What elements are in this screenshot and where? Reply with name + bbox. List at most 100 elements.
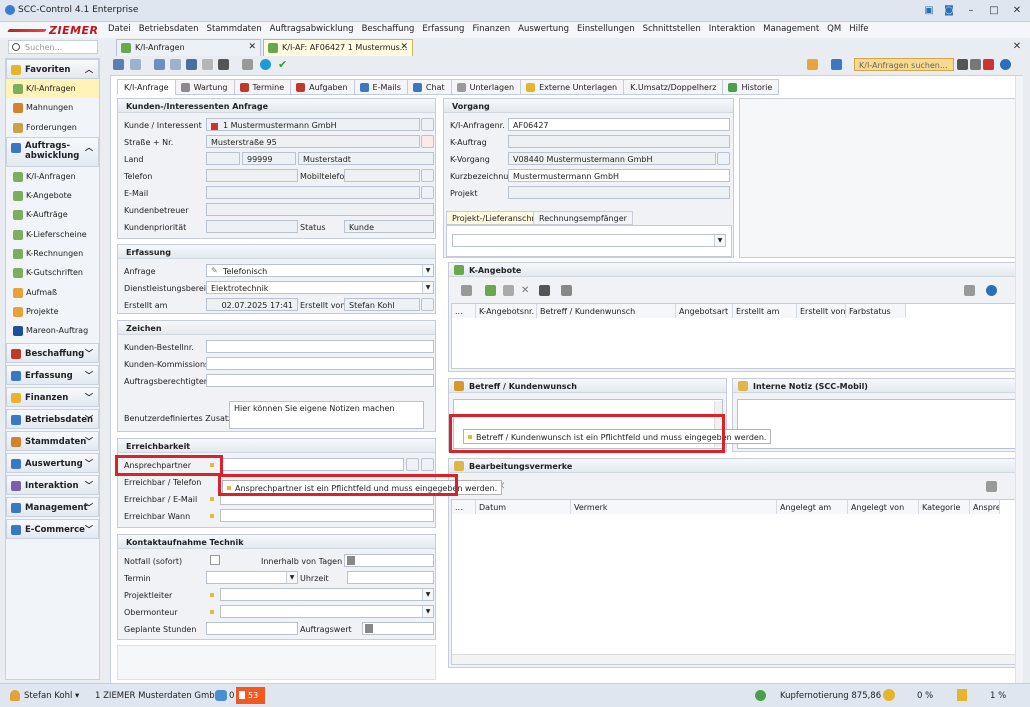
menu-finanzen[interactable]: Finanzen bbox=[472, 24, 510, 34]
tab-unterlagen[interactable]: Unterlagen bbox=[450, 79, 522, 95]
new-icon[interactable] bbox=[485, 285, 496, 296]
menu-qm[interactable]: QM bbox=[827, 24, 841, 34]
sidebar-group-management[interactable]: Management ﹀ bbox=[6, 496, 99, 517]
redo-icon[interactable] bbox=[170, 59, 181, 70]
column-header-datum[interactable]: Datum bbox=[476, 500, 571, 514]
menu-datei[interactable]: Datei bbox=[108, 24, 131, 34]
notiz-field[interactable] bbox=[737, 399, 1016, 449]
telefon-field[interactable] bbox=[206, 169, 298, 182]
menu-management[interactable]: Management bbox=[763, 24, 819, 34]
tab-wartung[interactable]: Wartung bbox=[174, 79, 235, 95]
kunde-field[interactable]: 1 Mustermustermann GmbH bbox=[206, 118, 420, 131]
sidebar-item-forderungen[interactable]: Forderungen bbox=[6, 118, 99, 137]
ki-anfragen-search-input[interactable]: K/I-Anfragen suchen... bbox=[854, 58, 954, 71]
notfall-checkbox[interactable] bbox=[210, 555, 220, 565]
customer-search-icon[interactable] bbox=[421, 118, 434, 131]
tab-externe-unterlagen[interactable]: Externe Unterlagen bbox=[520, 79, 625, 95]
prio-field[interactable] bbox=[206, 220, 298, 233]
tab-historie[interactable]: Historie bbox=[722, 79, 780, 95]
erstellt-von-field[interactable]: Stefan Kohl bbox=[344, 298, 420, 311]
print-icon[interactable] bbox=[218, 59, 229, 70]
menu-auswertung[interactable]: Auswertung bbox=[518, 24, 569, 34]
comment-icon[interactable] bbox=[561, 285, 572, 296]
search-dropdown-icon[interactable] bbox=[957, 59, 968, 70]
info-icon[interactable] bbox=[986, 285, 997, 296]
tab-aufgaben[interactable]: Aufgaben bbox=[290, 79, 355, 95]
column-header-kategorie[interactable]: Kategorie bbox=[919, 500, 970, 514]
close-tab-icon[interactable]: ✕ bbox=[400, 42, 408, 52]
uhrzeit-field[interactable] bbox=[347, 571, 434, 584]
menu-schnittstellen[interactable]: Schnittstellen bbox=[643, 24, 701, 34]
column-header-angelegt-von[interactable]: Angelegt von bbox=[848, 500, 919, 514]
column-header-anspre[interactable]: Anspre bbox=[970, 500, 1000, 514]
minimize-button[interactable]: – bbox=[962, 3, 980, 18]
delete-icon[interactable]: ✕ bbox=[521, 285, 532, 296]
status-user[interactable]: Stefan Kohl ▾ bbox=[24, 691, 79, 701]
grid-view-icon[interactable] bbox=[461, 285, 472, 296]
sidebar-group-beschaffung[interactable]: Beschaffung ﹀ bbox=[6, 342, 99, 363]
doc-tab-ki-af[interactable]: K/I-AF: AF06427 1 Mustermus... ✕ bbox=[263, 39, 413, 56]
bestell-field[interactable] bbox=[206, 340, 434, 353]
sidebar-item-projekte[interactable]: Projekte bbox=[6, 302, 99, 321]
sidebar-group-stammdaten[interactable]: Stammdaten ﹀ bbox=[6, 430, 99, 451]
sidebar-group-erfassung[interactable]: Erfassung ﹀ bbox=[6, 364, 99, 385]
column-header-menu[interactable]: ... bbox=[452, 304, 476, 318]
kauftrag-field[interactable] bbox=[508, 135, 730, 148]
column-header-erstellt-am[interactable]: Erstellt am bbox=[733, 304, 797, 318]
kvorgang-field[interactable]: V08440 Mustermustermann GmbH bbox=[508, 152, 716, 165]
menu-erfassung[interactable]: Erfassung bbox=[422, 24, 464, 34]
sidebar-item-k-i-anfragen[interactable]: K/I-Anfragen bbox=[6, 79, 99, 99]
horizontal-scrollbar[interactable] bbox=[452, 654, 1016, 664]
dienst-select[interactable]: Elektrotechnik ▼ bbox=[206, 281, 434, 294]
sidebar-item-aufmass[interactable]: Aufmaß bbox=[6, 283, 99, 302]
anfrage-select[interactable]: ✎ Telefonisch ▼ bbox=[206, 264, 434, 277]
close-tab-icon[interactable]: ✕ bbox=[248, 42, 256, 52]
tools-icon[interactable] bbox=[807, 59, 818, 70]
sidebar-item-k-auftraege[interactable]: K-Aufträge bbox=[6, 205, 99, 224]
menu-beschaffung[interactable]: Beschaffung bbox=[362, 24, 415, 34]
pin-icon[interactable] bbox=[831, 59, 842, 70]
sidebar-group-finanzen[interactable]: Finanzen ﹀ bbox=[6, 386, 99, 407]
notification-icon[interactable]: ▣ bbox=[920, 3, 938, 18]
vertical-scrollbar[interactable] bbox=[1015, 76, 1023, 684]
sidebar-search-input[interactable]: Suchen... bbox=[8, 40, 98, 54]
column-header-betreff-kundenwunsch[interactable]: Betreff / Kundenwunsch bbox=[537, 304, 676, 318]
menu-stammdaten[interactable]: Stammdaten bbox=[207, 24, 262, 34]
tab-termine[interactable]: Termine bbox=[233, 79, 292, 95]
copy-icon[interactable] bbox=[503, 285, 514, 296]
undo-icon[interactable] bbox=[154, 59, 165, 70]
column-header-menu[interactable]: ... bbox=[452, 500, 476, 514]
anfragenr-field[interactable]: AF06427 bbox=[508, 118, 730, 131]
sidebar-item-k-gutschriften[interactable]: K-Gutschriften bbox=[6, 263, 99, 282]
menu-hilfe[interactable]: Hilfe bbox=[849, 24, 868, 34]
tab-chat[interactable]: Chat bbox=[406, 79, 452, 95]
pin-icon[interactable] bbox=[986, 481, 997, 492]
close-all-tabs-icon[interactable]: ✕ bbox=[1008, 39, 1026, 54]
plz-field[interactable]: 99999 bbox=[242, 152, 296, 165]
column-header-angelegt-am[interactable]: Angelegt am bbox=[777, 500, 848, 514]
contact-search-icon[interactable] bbox=[421, 458, 434, 471]
clear-search-icon[interactable] bbox=[983, 59, 994, 70]
menu-einstellungen[interactable]: Einstellungen bbox=[577, 24, 635, 34]
sidebar-item-k-angebote[interactable]: K-Angebote bbox=[6, 186, 99, 205]
termin-field[interactable]: ▼ bbox=[206, 571, 298, 584]
warnings-badge[interactable]: 53 bbox=[236, 687, 265, 704]
column-header-erstellt-von[interactable]: Erstellt von bbox=[797, 304, 846, 318]
kvorgang-search-icon[interactable] bbox=[717, 152, 730, 165]
column-header-angebotsart[interactable]: Angebotsart bbox=[676, 304, 733, 318]
sidebar-group-auftrags-abwicklung[interactable]: Auftrags-abwicklung ︿ bbox=[6, 136, 99, 167]
strasse-field[interactable]: Musterstraße 95 bbox=[206, 135, 420, 148]
sidebar-item-k-lieferscheine[interactable]: K-Lieferscheine bbox=[6, 225, 99, 244]
list-view-icon[interactable] bbox=[113, 59, 124, 70]
zusatz-field[interactable]: Hier können Sie eigene Notizen machen bbox=[229, 401, 424, 429]
sidebar-item-mareon-auftrag[interactable]: Mareon-Auftrag bbox=[6, 321, 99, 340]
tab-k-i-anfrage[interactable]: K/I-Anfrage bbox=[117, 79, 176, 95]
sidebar-item-k-rechnungen[interactable]: K-Rechnungen bbox=[6, 244, 99, 263]
sidebar-group-auswertung[interactable]: Auswertung ﹀ bbox=[6, 452, 99, 473]
mail-icon[interactable] bbox=[421, 186, 434, 199]
column-header-vermerk[interactable]: Vermerk bbox=[571, 500, 777, 514]
erreichbar-wann-field[interactable] bbox=[220, 509, 434, 522]
berechtigt-field[interactable] bbox=[206, 374, 434, 387]
vermerke-grid[interactable]: ... Datum Vermerk Angelegt am Angelegt von Ka… bbox=[451, 499, 1017, 665]
projekt-field[interactable] bbox=[508, 186, 730, 199]
